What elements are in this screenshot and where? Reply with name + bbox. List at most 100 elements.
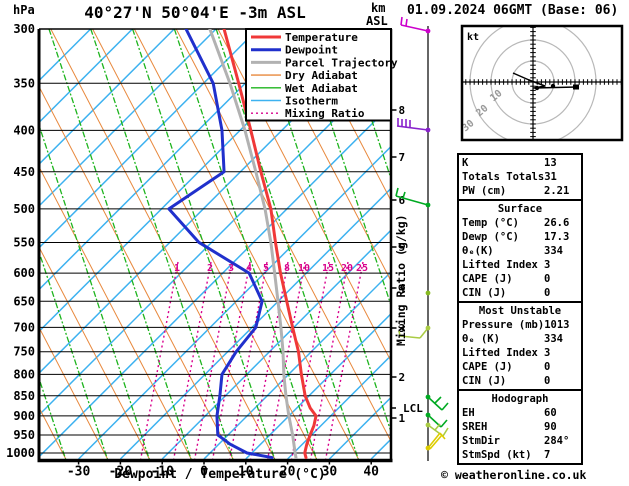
wind-barb-line bbox=[434, 396, 442, 404]
table-row-label: StmSpd (kt) bbox=[462, 449, 532, 461]
wind-barb-line bbox=[441, 402, 449, 411]
table-row: StmDir 284° bbox=[459, 434, 581, 448]
table-row: Lifted Index 3 bbox=[459, 258, 581, 272]
km-tick-label: 8 bbox=[399, 104, 406, 117]
table-row-label: Dewp (°C) bbox=[462, 231, 519, 243]
table-row-label: SREH bbox=[462, 421, 488, 433]
table-row: EH 60 bbox=[459, 406, 581, 420]
table-row-value: 31 bbox=[544, 171, 557, 183]
wind-barb bbox=[425, 290, 431, 296]
pressure-tick-label: 600 bbox=[13, 266, 35, 280]
pressure-tick-label: 800 bbox=[13, 367, 35, 381]
table-row-value: 334 bbox=[544, 245, 563, 257]
table-row-value: 3 bbox=[544, 347, 551, 359]
table-row-label: θₑ (K) bbox=[462, 333, 500, 345]
pressure-tick-label: 1000 bbox=[6, 446, 35, 460]
table-row: Dewp (°C) 17.3 bbox=[459, 230, 581, 244]
indices-box-0: K 13 Totals Totals 31 PW (cm) 2.21 bbox=[457, 153, 583, 201]
pressure-tick-label: 700 bbox=[13, 320, 35, 334]
km-tick-label: 7 bbox=[399, 151, 406, 164]
table-row-value: 284° bbox=[544, 435, 570, 447]
table-row-value: 0 bbox=[544, 287, 551, 299]
legend-label: Isotherm bbox=[285, 95, 338, 108]
pressure-tick-label: 650 bbox=[13, 294, 35, 308]
table-section-header: Most Unstable bbox=[478, 305, 562, 317]
wind-barb-line bbox=[434, 423, 441, 431]
hodo-ring-label: 20 bbox=[474, 103, 490, 119]
wind-barb-dot bbox=[425, 290, 431, 296]
table-row: CAPE (J) 0 bbox=[459, 272, 581, 286]
wind-barb bbox=[425, 422, 449, 437]
table-row-value: 0 bbox=[544, 273, 551, 285]
table-row: θₑ(K) 334 bbox=[459, 244, 581, 258]
table-row: Pressure (mb) 1013 bbox=[459, 318, 581, 332]
pressure-tick-label: 900 bbox=[13, 409, 35, 423]
table-row-value: 0 bbox=[544, 361, 551, 373]
table-row-value: 1013 bbox=[544, 319, 570, 331]
mixing-ratio-line bbox=[291, 261, 330, 459]
table-row-label: K bbox=[462, 157, 469, 169]
pressure-tick-label: 750 bbox=[13, 345, 35, 359]
wind-barb bbox=[396, 118, 431, 133]
indices-box-2: Most Unstable Pressure (mb) 1013 θₑ (K) 334 L… bbox=[457, 301, 583, 391]
table-row-value: 0 bbox=[544, 375, 551, 387]
pressure-tick-label: 850 bbox=[13, 389, 35, 403]
skewt-sounding-screen: 300 350 400 450 500 550 600 650 700 750 800 850 900 9… bbox=[0, 0, 629, 486]
legend-label: Dewpoint bbox=[285, 44, 338, 57]
table-row: SREH 90 bbox=[459, 420, 581, 434]
table-row: CIN (J) 0 bbox=[459, 286, 581, 300]
pressure-tick-label: 350 bbox=[13, 76, 35, 90]
table-row: StmSpd (kt) 7 bbox=[459, 448, 581, 462]
wet-adiabat-line bbox=[48, 29, 192, 459]
mixing-ratio-label: 15 bbox=[322, 263, 334, 274]
lcl-label: LCL bbox=[403, 402, 423, 415]
table-row-label: Temp (°C) bbox=[462, 217, 519, 229]
mixing-ratio-label: 20 bbox=[341, 263, 353, 274]
hodo-square-marker bbox=[573, 84, 579, 90]
mixing-ratio-label: 25 bbox=[356, 263, 368, 274]
indices-tables: K 13 Totals Totals 31 PW (cm) 2.21 Surface Temp… bbox=[457, 153, 583, 465]
legend-label: Dry Adiabat bbox=[285, 69, 358, 82]
hodograph-inner: 102030 bbox=[462, 26, 622, 140]
x-axis-label: Dewpoint / Temperature (°C) bbox=[114, 467, 326, 482]
hodo-ring-label: 10 bbox=[488, 88, 504, 104]
wind-barb-line bbox=[419, 327, 429, 339]
table-section-header: Hodograph bbox=[491, 393, 549, 405]
table-row-value: 60 bbox=[544, 407, 557, 419]
table-row: PW (cm) 2.21 bbox=[459, 184, 581, 198]
wet-adiabat-line bbox=[592, 29, 629, 459]
indices-box-1: Surface Temp (°C) 26.6 Dewp (°C) 17.3 θₑ(K) 33… bbox=[457, 199, 583, 303]
table-row-label: Pressure (mb) bbox=[462, 319, 545, 331]
table-row-value: 334 bbox=[544, 333, 563, 345]
asl-axis-label: ASL bbox=[366, 14, 388, 28]
table-row-value: 2.21 bbox=[544, 185, 570, 197]
table-row-value: 7 bbox=[544, 449, 551, 461]
pressure-tick-label: 500 bbox=[13, 202, 35, 216]
table-row: Lifted Index 3 bbox=[459, 346, 581, 360]
legend-label: Temperature bbox=[285, 31, 358, 44]
indices-box-3: Hodograph EH 60 SREH 90 StmDir 284° StmSpd (kt)… bbox=[457, 389, 583, 465]
table-row-label: PW (cm) bbox=[462, 185, 507, 197]
pressure-tick-label: 400 bbox=[13, 123, 35, 137]
table-row-label: EH bbox=[462, 407, 475, 419]
copyright-text: © weatheronline.co.uk bbox=[441, 468, 587, 482]
table-row: Totals Totals 31 bbox=[459, 170, 581, 184]
table-row-label: CAPE (J) bbox=[462, 361, 513, 373]
wet-adiabat-line bbox=[90, 29, 234, 459]
dry-adiabat-line bbox=[594, 29, 629, 459]
mixing-ratio-axis-label: Mixing Ratio (g/kg) bbox=[394, 214, 408, 346]
table-row: θₑ (K) 334 bbox=[459, 332, 581, 346]
legend-label: Wet Adiabat bbox=[285, 82, 358, 95]
hodo-trace bbox=[512, 72, 578, 89]
table-row-label: Lifted Index bbox=[462, 259, 538, 271]
datetime-title: 01.09.2024 06GMT (Base: 06) bbox=[407, 3, 619, 18]
legend-label: Mixing Ratio bbox=[285, 107, 365, 120]
mixing-ratio-label: 2 bbox=[207, 263, 213, 274]
hodo-dot bbox=[550, 83, 556, 89]
table-row-value: 3 bbox=[544, 259, 551, 271]
table-row: CIN (J) 0 bbox=[459, 374, 581, 388]
pressure-tick-label: 950 bbox=[13, 428, 35, 442]
wind-barb bbox=[425, 394, 449, 411]
pressure-tick-label: 300 bbox=[13, 22, 35, 36]
table-row-value: 26.6 bbox=[544, 217, 570, 229]
